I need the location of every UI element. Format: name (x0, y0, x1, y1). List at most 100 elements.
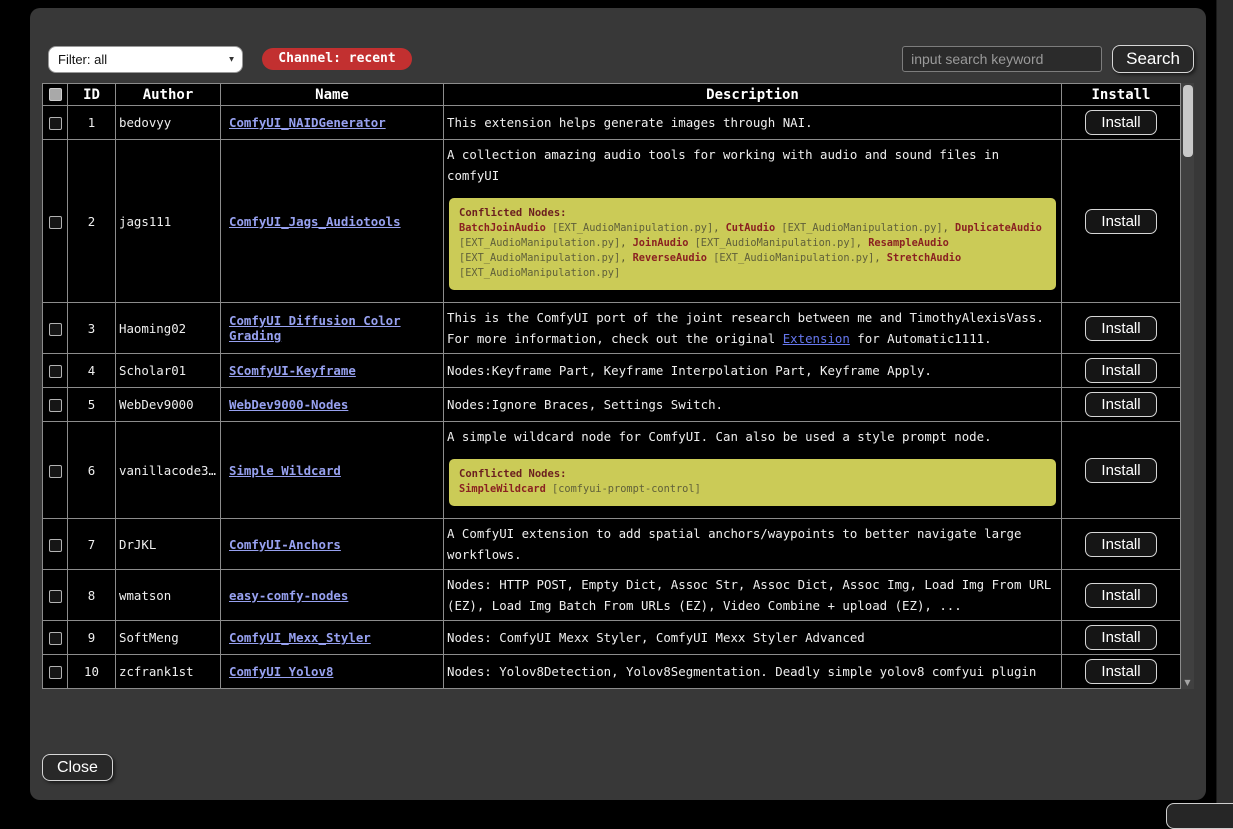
row-author: jags111 (119, 214, 218, 229)
row-id: 4 (68, 354, 116, 388)
row-author-cell: wmatson (116, 570, 221, 621)
extension-name-link[interactable]: ComfyUI_NAIDGenerator (229, 115, 386, 130)
row-author-cell: SoftMeng (116, 621, 221, 655)
conflict-node-source: [comfyui-prompt-control] (552, 483, 701, 495)
row-description-cell: This extension helps generate images thr… (444, 106, 1062, 140)
install-button[interactable]: Install (1085, 625, 1156, 650)
header-name: Name (221, 84, 444, 106)
row-description-cell: Nodes: HTTP POST, Empty Dict, Assoc Str,… (444, 570, 1062, 621)
row-checkbox[interactable] (49, 117, 62, 130)
conflicted-nodes-box: Conflicted Nodes:BatchJoinAudio [EXT_Aud… (449, 198, 1056, 290)
toolbar-search-group: Search (902, 45, 1194, 73)
install-button[interactable]: Install (1085, 532, 1156, 557)
partial-background-button[interactable] (1166, 803, 1233, 829)
scrollbar-thumb[interactable] (1183, 85, 1193, 157)
install-button[interactable]: Install (1085, 358, 1156, 383)
install-button[interactable]: Install (1085, 110, 1156, 135)
install-button[interactable]: Install (1085, 392, 1156, 417)
row-author-cell: vanillacode314 (116, 422, 221, 519)
install-button[interactable]: Install (1085, 659, 1156, 684)
row-checkbox-cell (43, 519, 68, 570)
extension-name-link[interactable]: Simple Wildcard (229, 463, 341, 478)
table-row: 3Haoming02ComfyUI Diffusion Color Gradin… (43, 303, 1181, 354)
conflicted-nodes-title: Conflicted Nodes: (459, 207, 1046, 219)
row-name-cell: ComfyUI Diffusion Color Grading (221, 303, 444, 354)
close-button[interactable]: Close (42, 754, 113, 781)
extension-name-link[interactable]: easy-comfy-nodes (229, 588, 348, 603)
table-row: 4Scholar01SComfyUI-KeyframeNodes:Keyfram… (43, 354, 1181, 388)
row-author: Haoming02 (119, 321, 218, 336)
install-cell: Install (1062, 570, 1181, 621)
scrollbar-down-arrow[interactable]: ▼ (1181, 678, 1194, 687)
row-id: 2 (68, 140, 116, 303)
conflict-node-source: [EXT_AudioManipulation.py] (459, 267, 620, 279)
conflict-node-source: [EXT_AudioManipulation.py] (459, 237, 620, 249)
row-checkbox[interactable] (49, 399, 62, 412)
row-author: Scholar01 (119, 363, 218, 378)
install-button[interactable]: Install (1085, 458, 1156, 483)
row-checkbox[interactable] (49, 323, 62, 336)
install-cell: Install (1062, 303, 1181, 354)
row-checkbox[interactable] (49, 365, 62, 378)
conflict-node-name: StretchAudio (887, 252, 961, 264)
filter-select[interactable]: Filter: all (48, 46, 243, 73)
conflicted-nodes-box: Conflicted Nodes: SimpleWildcard [comfyui… (449, 459, 1056, 506)
conflict-node-source: [EXT_AudioManipulation.py] (552, 222, 713, 234)
row-description-cell: Nodes: Yolov8Detection, Yolov8Segmentati… (444, 655, 1062, 689)
dialog-toolbar: Filter: all ▼ Channel: recent Search (42, 8, 1194, 73)
extension-name-link[interactable]: ComfyUI_Jags_Audiotools (229, 214, 401, 229)
row-checkbox[interactable] (49, 632, 62, 645)
row-author-cell: zcfrank1st (116, 655, 221, 689)
table-row: 10zcfrank1stComfyUI Yolov8Nodes: Yolov8D… (43, 655, 1181, 689)
install-button[interactable]: Install (1085, 583, 1156, 608)
extension-name-link[interactable]: SComfyUI-Keyframe (229, 363, 356, 378)
row-checkbox[interactable] (49, 216, 62, 229)
table-scrollbar[interactable]: ▼ (1181, 83, 1194, 689)
header-checkbox-cell (43, 84, 68, 106)
row-description-cell: Nodes: ComfyUI Mexx Styler, ComfyUI Mexx… (444, 621, 1062, 655)
header-id: ID (68, 84, 116, 106)
row-id: 1 (68, 106, 116, 140)
row-author: WebDev9000 (119, 397, 218, 412)
table-row: 5WebDev9000WebDev9000-NodesNodes:Ignore … (43, 388, 1181, 422)
row-description-cell: A ComfyUI extension to add spatial ancho… (444, 519, 1062, 570)
conflicted-nodes-title: Conflicted Nodes: (459, 468, 1046, 480)
extension-name-link[interactable]: ComfyUI-Anchors (229, 537, 341, 552)
install-button[interactable]: Install (1085, 316, 1156, 341)
filter-select-wrap: Filter: all ▼ (48, 46, 243, 73)
row-checkbox[interactable] (49, 590, 62, 603)
install-cell: Install (1062, 354, 1181, 388)
select-all-checkbox[interactable] (49, 88, 62, 101)
install-cell: Install (1062, 621, 1181, 655)
extension-name-link[interactable]: ComfyUI Diffusion Color Grading (229, 313, 401, 343)
extension-name-link[interactable]: ComfyUI Yolov8 (229, 664, 333, 679)
conflict-node-name: SimpleWildcard (459, 483, 546, 495)
row-name-cell: ComfyUI_NAIDGenerator (221, 106, 444, 140)
row-checkbox[interactable] (49, 539, 62, 552)
description-text: Nodes: HTTP POST, Empty Dict, Assoc Str,… (447, 574, 1058, 616)
row-checkbox-cell (43, 621, 68, 655)
row-checkbox-cell (43, 354, 68, 388)
row-id: 8 (68, 570, 116, 621)
extension-name-link[interactable]: ComfyUI_Mexx_Styler (229, 630, 371, 645)
row-name-cell: Simple Wildcard (221, 422, 444, 519)
description-text: A ComfyUI extension to add spatial ancho… (447, 523, 1058, 565)
extension-name-link[interactable]: WebDev9000-Nodes (229, 397, 348, 412)
install-cell: Install (1062, 519, 1181, 570)
row-id: 5 (68, 388, 116, 422)
description-text: Nodes: ComfyUI Mexx Styler, ComfyUI Mexx… (447, 627, 1058, 648)
row-author-cell: Scholar01 (116, 354, 221, 388)
search-button[interactable]: Search (1112, 45, 1194, 73)
row-description-cell: A simple wildcard node for ComfyUI. Can … (444, 422, 1062, 519)
description-text: This is the ComfyUI port of the joint re… (447, 307, 1058, 349)
row-author: DrJKL (119, 537, 218, 552)
description-text: A simple wildcard node for ComfyUI. Can … (447, 426, 1058, 447)
header-author: Author (116, 84, 221, 106)
row-checkbox[interactable] (49, 666, 62, 679)
table-header-row: ID Author Name Description Install (43, 84, 1181, 106)
search-input[interactable] (902, 46, 1102, 72)
row-checkbox[interactable] (49, 465, 62, 478)
install-button[interactable]: Install (1085, 209, 1156, 234)
custom-nodes-dialog: Filter: all ▼ Channel: recent Search ID (30, 8, 1206, 800)
description-link[interactable]: Extension (783, 331, 850, 346)
